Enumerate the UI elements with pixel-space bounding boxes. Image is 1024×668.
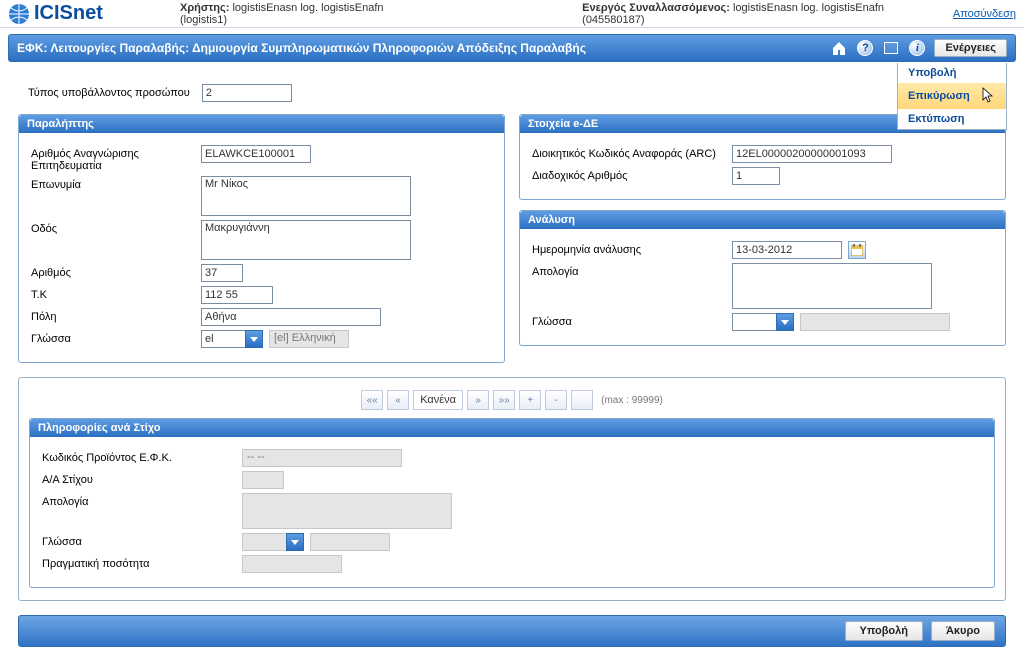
product-code-label: Κωδικός Προϊόντος Ε.Φ.Κ. [42, 449, 242, 464]
zip-input[interactable] [201, 286, 273, 304]
logout-link[interactable]: Αποσύνδεση [953, 8, 1016, 20]
line-lang-input [242, 533, 286, 551]
menu-item-validate[interactable]: Επικύρωση [898, 83, 1006, 109]
recipient-lang-combo[interactable] [201, 330, 263, 348]
number-label: Αριθμός [31, 264, 201, 279]
recipient-panel-title: Παραλήπτης [19, 115, 504, 133]
pager-next[interactable]: » [467, 390, 489, 410]
analysis-lang-label: Γλώσσα [532, 313, 732, 328]
chevron-down-icon [286, 533, 304, 551]
product-code-display: -- -- [242, 449, 402, 467]
analysis-date-label: Ημερομηνία ανάλυσης [532, 241, 732, 256]
line-lang-label: Γλώσσα [42, 533, 242, 548]
menu-item-print[interactable]: Εκτύπωση [898, 109, 1006, 129]
analysis-justification-label: Απολογία [532, 263, 732, 278]
info-icon[interactable]: i [908, 39, 926, 57]
cursor-icon [982, 87, 996, 105]
brand-logo: ICISnet [8, 2, 168, 25]
recipient-lang-input[interactable] [201, 330, 245, 348]
actions-menu: Υποβολή Επικύρωση Εκτύπωση [897, 63, 1007, 130]
street-label: Οδός [31, 220, 201, 235]
recipient-lang-display: [el] Ελληνική [269, 330, 349, 348]
analysis-lang-display [800, 313, 950, 331]
line-lang-combo [242, 533, 304, 551]
actions-button[interactable]: Ενέργειες [934, 39, 1007, 57]
trader-id-input[interactable] [201, 145, 311, 163]
seq-label: Διαδοχικός Αριθμός [532, 167, 732, 182]
user-bar: Χρήστης: logistisEnasn log. logistisEnaf… [168, 2, 1016, 26]
pager-page-input[interactable] [413, 390, 463, 410]
name-input[interactable]: Mr Νίκος [201, 176, 411, 216]
chevron-down-icon[interactable] [245, 330, 263, 348]
top-bar: ICISnet Χρήστης: logistisEnasn log. logi… [0, 0, 1024, 28]
page-title: ΕΦΚ: Λειτουργίες Παραλαβής: Δημιουργία Σ… [17, 41, 586, 55]
pager-last[interactable]: »» [493, 390, 515, 410]
city-input[interactable] [201, 308, 381, 326]
menu-item-submit[interactable]: Υποβολή [898, 63, 1006, 83]
pager-blank[interactable] [571, 390, 593, 410]
footer-bar: Υποβολή Άκυρο [18, 615, 1006, 647]
recipient-panel: Παραλήπτης Αριθμός Αναγνώρισης Επιτηδευμ… [18, 114, 505, 363]
line-justification-label: Απολογία [42, 493, 242, 508]
help-icon[interactable]: ? [856, 39, 874, 57]
real-qty-label: Πραγματική ποσότητα [42, 555, 242, 570]
real-qty-input [242, 555, 342, 573]
home-icon[interactable] [830, 39, 848, 57]
submit-button[interactable]: Υποβολή [845, 621, 923, 641]
page-header: ΕΦΚ: Λειτουργίες Παραλαβής: Δημιουργία Σ… [8, 34, 1016, 62]
name-label: Επωνυμία [31, 176, 201, 191]
lines-section: «« « » »» + - (max : 99999) Πληροφορίες … [18, 377, 1006, 601]
analysis-lang-combo[interactable] [732, 313, 794, 331]
trader-id-label: Αριθμός Αναγνώρισης Επιτηδευματία [31, 145, 201, 172]
analysis-date-input[interactable] [732, 241, 842, 259]
analysis-panel-title: Ανάλυση [520, 211, 1005, 229]
pager-first[interactable]: «« [361, 390, 383, 410]
arc-label: Διοικητικός Κωδικός Αναφοράς (ARC) [532, 145, 732, 160]
chevron-down-icon[interactable] [776, 313, 794, 331]
city-label: Πόλη [31, 308, 201, 323]
line-info-panel: Πληροφορίες ανά Στίχο Κωδικός Προϊόντος … [29, 418, 995, 588]
cancel-button[interactable]: Άκυρο [931, 621, 995, 641]
submitter-type-label: Τύπος υποβάλλοντος προσώπου [28, 87, 190, 99]
line-lang-display [310, 533, 390, 551]
line-aa-input [242, 471, 284, 489]
pager: «« « » »» + - (max : 99999) [29, 390, 995, 410]
window-icon[interactable] [882, 39, 900, 57]
line-aa-label: Α/Α Στίχου [42, 471, 242, 486]
pager-prev[interactable]: « [387, 390, 409, 410]
pager-max-text: (max : 99999) [601, 395, 663, 406]
seq-input[interactable] [732, 167, 780, 185]
active-trader: Ενεργός Συναλλασσόμενος: logistisEnasn l… [582, 2, 933, 26]
number-input[interactable] [201, 264, 243, 282]
street-input[interactable]: Μακρυγιάννη [201, 220, 411, 260]
line-info-panel-title: Πληροφορίες ανά Στίχο [30, 419, 994, 437]
calendar-icon[interactable] [848, 241, 866, 259]
analysis-justification-input[interactable] [732, 263, 932, 309]
submitter-type-input[interactable] [202, 84, 292, 102]
zip-label: Τ.Κ [31, 286, 201, 301]
globe-icon [8, 3, 30, 25]
user-label: Χρήστης: logistisEnasn log. logistisEnaf… [180, 2, 422, 26]
recipient-lang-label: Γλώσσα [31, 330, 201, 345]
analysis-lang-input[interactable] [732, 313, 776, 331]
line-justification-input [242, 493, 452, 529]
arc-input[interactable] [732, 145, 892, 163]
analysis-panel: Ανάλυση Ημερομηνία ανάλυσης [519, 210, 1006, 346]
pager-add[interactable]: + [519, 390, 541, 410]
pager-remove[interactable]: - [545, 390, 567, 410]
